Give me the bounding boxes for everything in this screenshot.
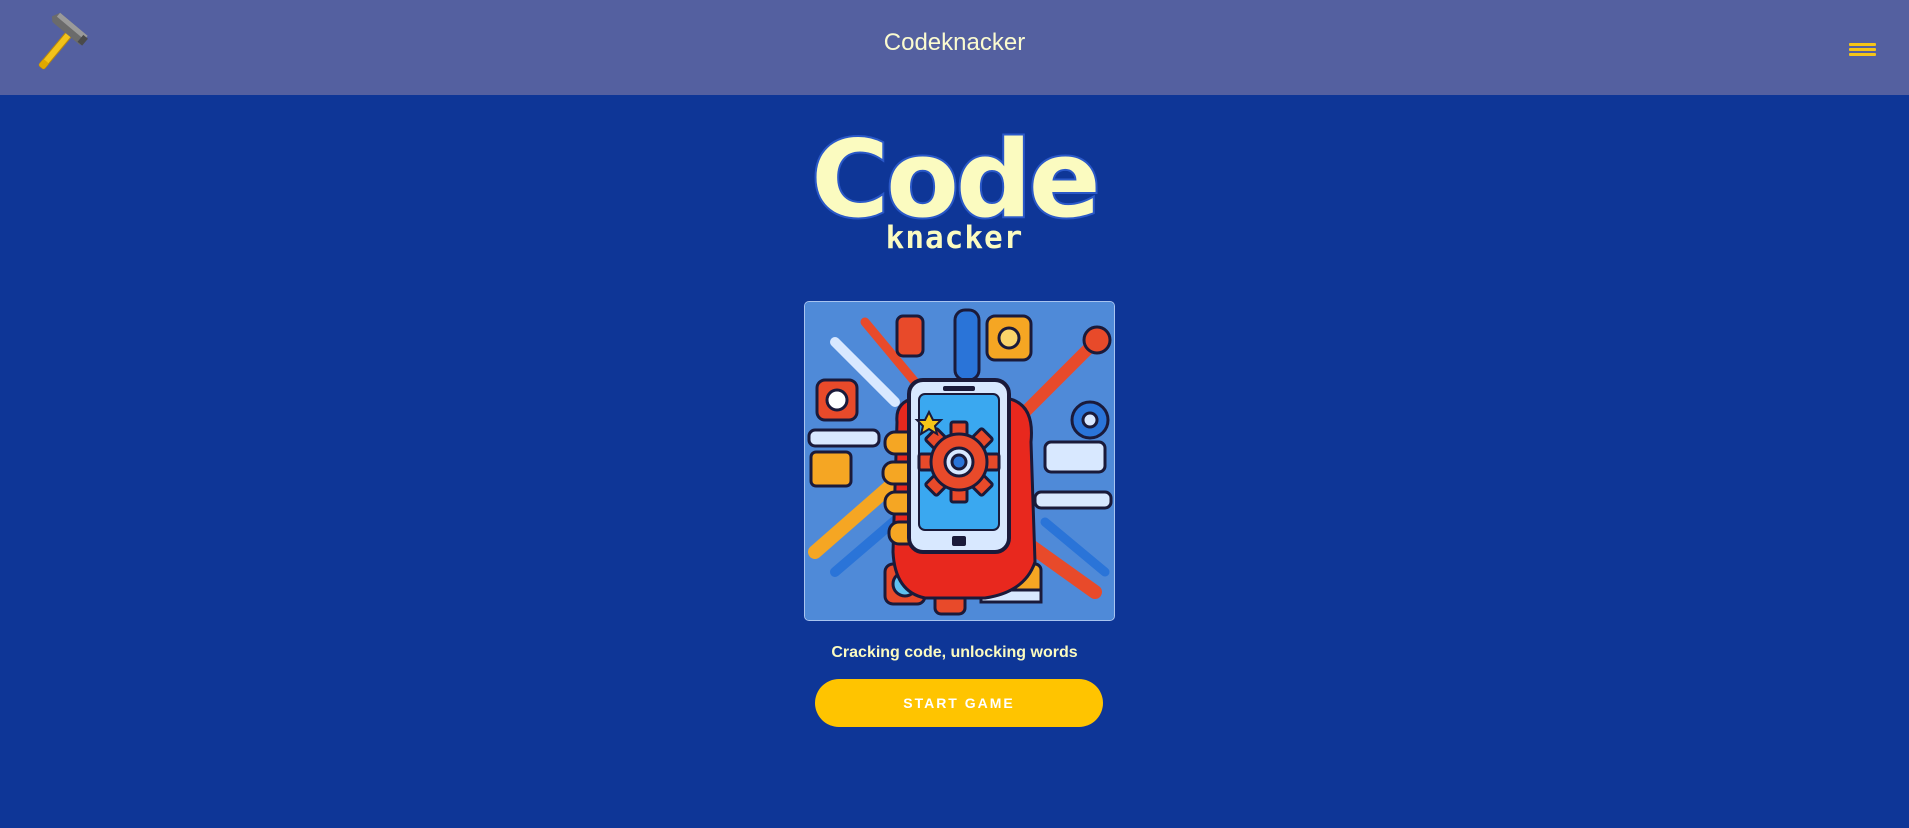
hamburger-menu-icon[interactable] xyxy=(1844,38,1882,62)
gear-smartphone-tools-illustration xyxy=(805,302,1114,620)
start-game-button[interactable]: START GAME xyxy=(815,679,1103,727)
logo-title: Code xyxy=(809,118,1102,241)
hero-image xyxy=(804,301,1115,621)
app-title: Codeknacker xyxy=(883,29,1026,56)
tagline: Cracking code, unlocking words xyxy=(831,644,1078,661)
logo-subtitle: knacker xyxy=(885,220,1024,256)
top-bar: Codeknacker xyxy=(0,0,1909,95)
game-logo: Code xyxy=(0,118,1909,241)
